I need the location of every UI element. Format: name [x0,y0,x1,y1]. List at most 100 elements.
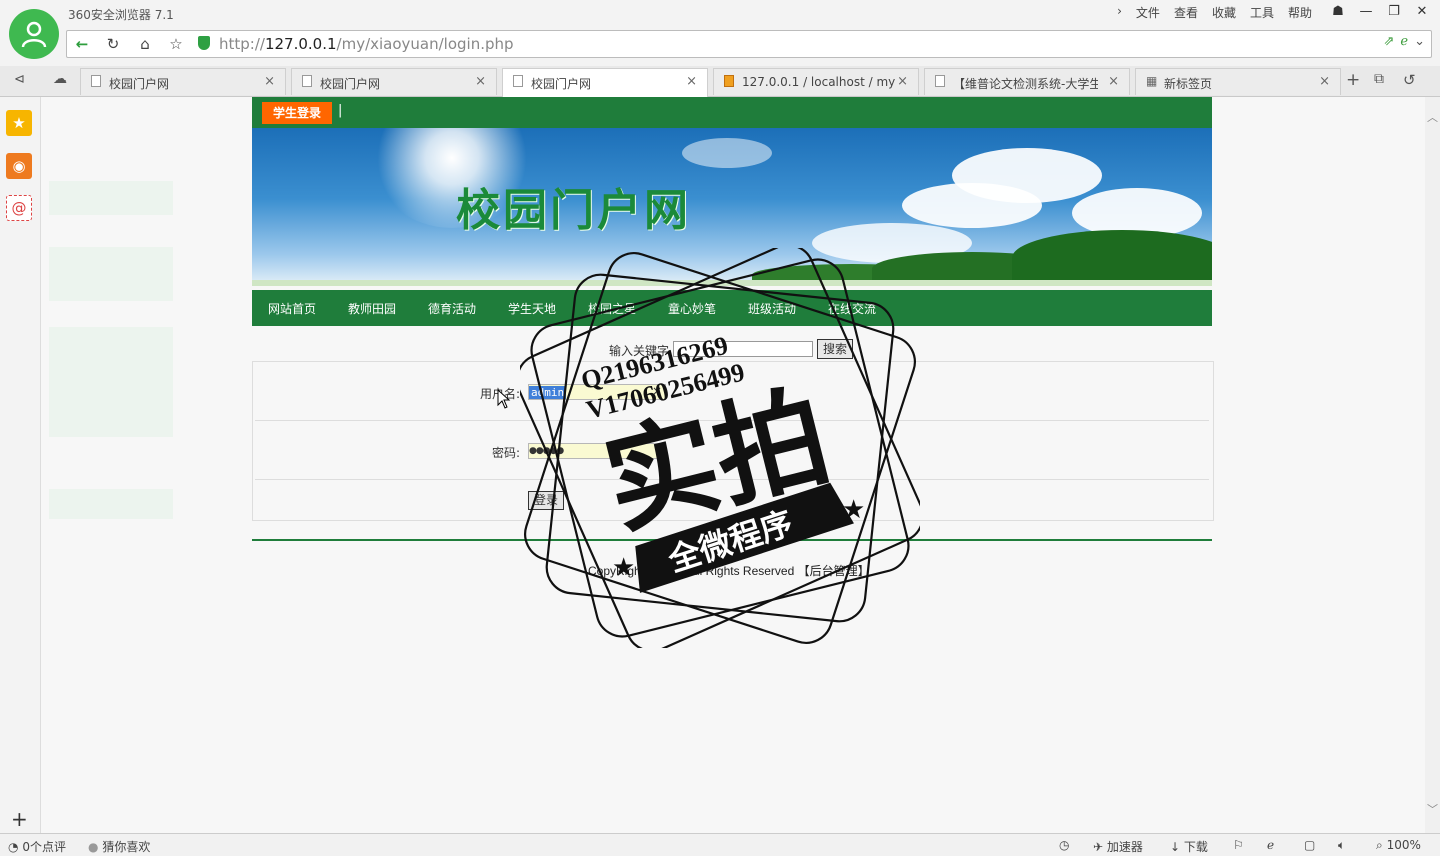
new-tab-icon[interactable]: + [1346,70,1360,90]
add-sidebar-icon[interactable]: + [11,809,28,829]
nav-teachers[interactable]: 教师田园 [348,300,396,317]
page-scrollbar[interactable]: ︿ ﹀ [1425,97,1440,833]
username-input[interactable]: admin × [528,384,666,400]
nav-campus-stars[interactable]: 校园之星 [588,300,636,317]
password-label: 密码: [492,446,521,460]
flag-icon[interactable]: ⚐ [1233,838,1244,852]
site-title: 校园门户网 [456,185,691,236]
tab-3-active[interactable]: 校园门户网 × [502,68,708,97]
home-icon[interactable]: ⌂ [134,34,156,54]
speed-icon[interactable]: ◷ [1059,838,1069,852]
nav-moral-activities[interactable]: 德育活动 [428,300,476,317]
close-tab-icon[interactable]: × [686,74,697,89]
nav-home[interactable]: 网站首页 [268,300,316,317]
footer-divider [252,539,1212,541]
restore-icon[interactable]: ❐ [1382,2,1406,22]
share-icon[interactable]: ⇗ [1383,34,1394,49]
cloud-icon[interactable]: ☁ [53,71,67,87]
minimize-icon[interactable]: — [1354,2,1378,22]
cloud-graphic [682,138,772,168]
row-divider [255,420,1209,421]
tab-windows-icon[interactable]: ⧉ [1374,71,1384,87]
menu-tools[interactable]: 工具 [1250,4,1274,21]
weibo-icon[interactable]: ◉ [6,153,32,179]
guess-like-status[interactable]: ● 猜你喜欢 [88,838,150,855]
login-form: 用户名: admin× 密码: ●●●●● 登录 [252,361,1214,521]
page-icon [302,75,312,87]
mouse-cursor-icon [497,389,511,409]
refresh-icon[interactable]: ↻ [102,34,124,54]
close-window-icon[interactable]: ✕ [1410,2,1434,22]
zoom-icon: ⌕ [1376,838,1383,852]
menu-help[interactable]: 帮助 [1288,4,1312,21]
zoom-control[interactable]: ⌕ 100% [1376,838,1421,853]
back-icon[interactable]: ← [71,34,93,54]
recommend-icon: ● [88,840,99,854]
page-icon [935,75,945,87]
scroll-up-icon[interactable]: ︿ [1427,109,1438,125]
row-divider [255,479,1209,480]
site-banner: 校园门户网 [252,128,1212,286]
mail-icon[interactable]: @ [6,195,32,221]
page-icon [91,75,101,87]
background-ghost [49,327,173,437]
nav-class-activities[interactable]: 班级活动 [748,300,796,317]
tab-5[interactable]: 【维普论文检测系统-大学生 × [924,68,1130,95]
menu-view[interactable]: 查看 [1174,4,1198,21]
password-input[interactable]: ●●●●● [528,443,666,459]
tab-1[interactable]: 校园门户网 × [80,68,286,95]
menu-bar: › 文件 查看 收藏 工具 帮助 [1117,4,1312,21]
skin-icon[interactable]: ☗ [1326,2,1350,22]
clear-input-icon[interactable]: × [652,384,662,398]
close-tab-icon[interactable]: × [897,74,908,89]
favorites-star-icon[interactable]: ★ [6,110,32,136]
background-ghost [49,247,173,301]
background-ghost [49,181,173,215]
url-text[interactable]: http://127.0.0.1/my/xiaoyuan/login.php [219,35,514,53]
title-bar: 360安全浏览器 7.1 › 文件 查看 收藏 工具 帮助 ☗ — ❐ ✕ [0,0,1440,30]
user-icon [21,21,47,48]
nav-writing[interactable]: 童心妙笔 [668,300,716,317]
close-tab-icon[interactable]: × [1108,74,1119,89]
close-tab-icon[interactable]: × [264,74,275,89]
close-tab-icon[interactable]: × [1319,74,1330,89]
trees-graphic [1012,230,1212,286]
download-button[interactable]: ↓ 下载 [1170,838,1208,855]
nav-online-chat[interactable]: 在线交流 [828,300,876,317]
nav-students[interactable]: 学生天地 [508,300,556,317]
address-bar[interactable]: ← ↻ ⌂ ☆ http://127.0.0.1/my/xiaoyuan/log… [66,30,1432,58]
web-page: 学生登录 | 校园门户网 网站首页 教师田园 德育活动 学生天地 校园之星 童心… [41,97,1425,833]
cloud-graphic [902,183,1042,228]
compat-mode-icon[interactable]: ℯ [1400,34,1408,49]
tab-6[interactable]: ▦ 新标签页 × [1135,68,1341,95]
student-login-tab[interactable]: 学生登录 [262,102,333,124]
search-label: 输入关键字 [609,344,670,358]
background-ghost [49,489,173,519]
close-tab-icon[interactable]: × [475,74,486,89]
user-avatar[interactable] [9,9,59,59]
undo-close-icon[interactable]: ↺ [1403,71,1416,89]
security-shield-icon [198,36,210,50]
tab-2[interactable]: 校园门户网 × [291,68,497,95]
dropdown-icon[interactable]: ⌄ [1414,34,1425,49]
separator: | [338,103,343,118]
login-button[interactable]: 登录 [528,491,564,510]
status-bar: ◔ 0个点评 ● 猜你喜欢 ◷ ✈ 加速器 ↓ 下载 ⚐ ℯ ▢ 🔈︎ ⌕ 10… [0,833,1440,856]
tab-list-icon[interactable]: ⊲ [14,72,25,87]
search-button[interactable]: 搜索 [817,339,853,359]
navigation-bar: ← ↻ ⌂ ☆ http://127.0.0.1/my/xiaoyuan/log… [0,30,1440,66]
menu-file[interactable]: 文件 [1136,4,1160,21]
sound-icon[interactable]: 🔈︎ [1338,838,1345,853]
search-input[interactable] [673,341,813,357]
tab-4[interactable]: 127.0.0.1 / localhost / my × [713,68,919,95]
accelerator-button[interactable]: ✈ 加速器 [1093,838,1143,855]
window-icon[interactable]: ▢ [1304,838,1315,852]
menu-expand-icon[interactable]: › [1117,4,1122,21]
menu-favorites[interactable]: 收藏 [1212,4,1236,21]
ie-icon[interactable]: ℯ [1267,838,1274,852]
comments-status[interactable]: ◔ 0个点评 [8,838,66,855]
rocket-icon: ✈ [1093,840,1104,854]
bookmark-star-icon[interactable]: ☆ [165,34,187,54]
grid-icon: ▦ [1146,74,1158,88]
scroll-down-icon[interactable]: ﹀ [1427,801,1438,817]
